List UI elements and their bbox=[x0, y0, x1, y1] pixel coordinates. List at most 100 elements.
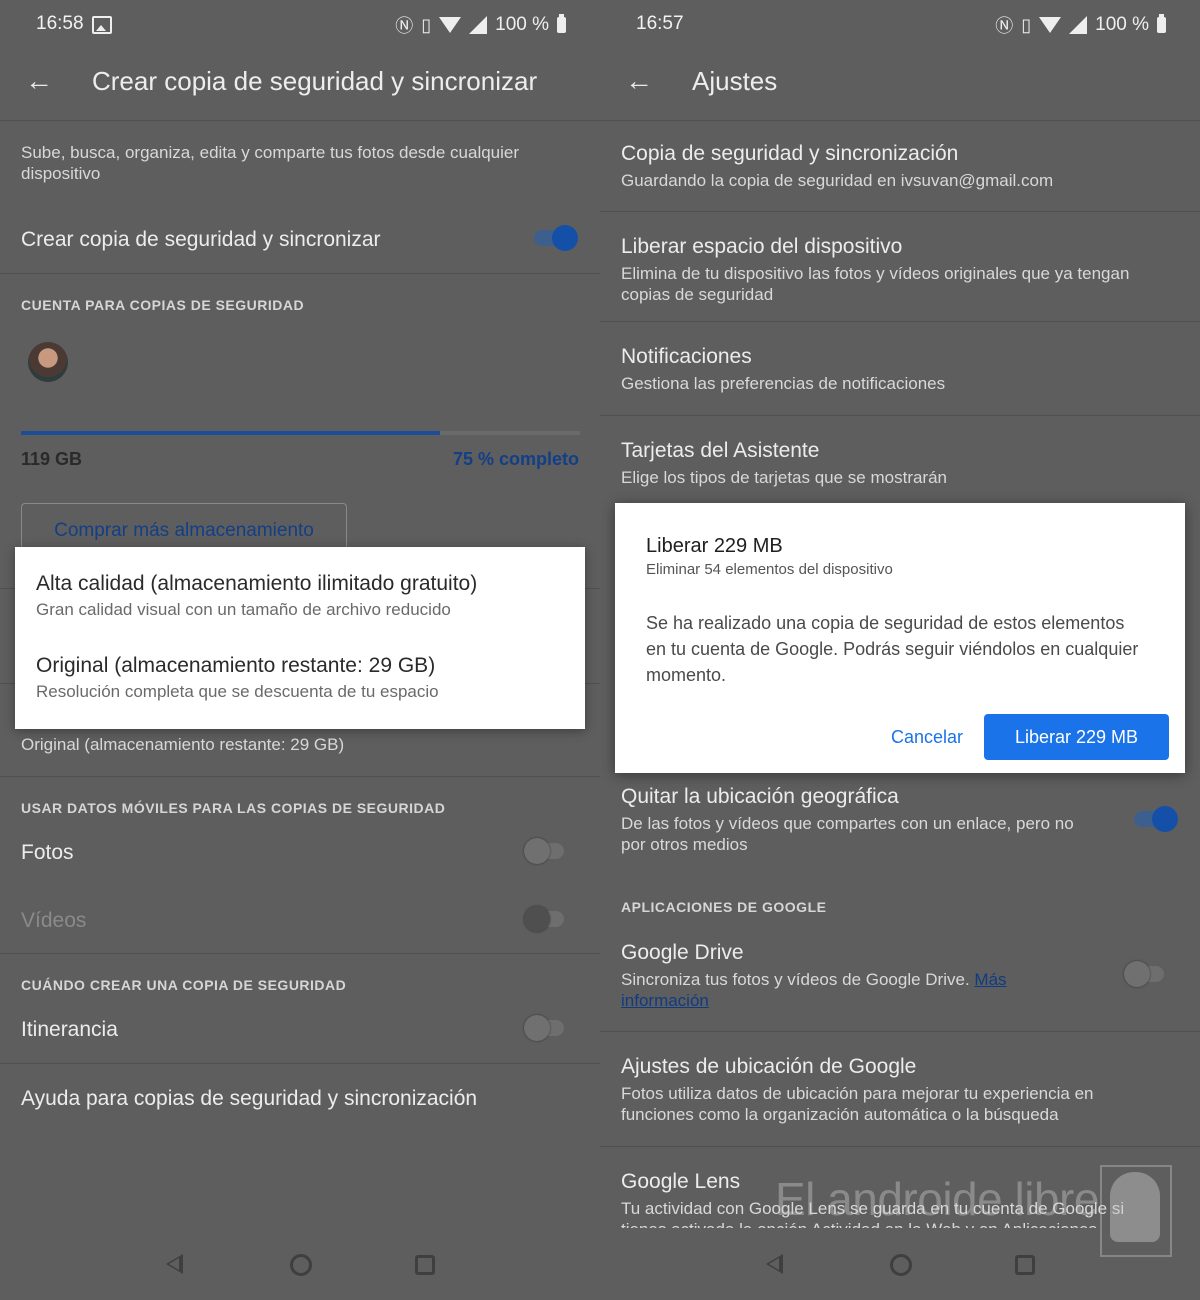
divider bbox=[600, 120, 1200, 121]
nav-back-icon[interactable] bbox=[166, 1254, 183, 1274]
divider bbox=[600, 211, 1200, 212]
app-bar: ← Ajustes bbox=[600, 52, 1200, 118]
gallery-notification-icon bbox=[92, 16, 112, 34]
divider bbox=[0, 953, 600, 954]
status-bar: 16:57 Ⓝ ▯ 100 % bbox=[600, 0, 1200, 48]
dialog-body: Se ha realizado una copia de seguridad d… bbox=[646, 613, 1139, 685]
app-bar: ← Crear copia de seguridad y sincronizar bbox=[0, 52, 600, 118]
nav-back-icon[interactable] bbox=[766, 1254, 783, 1274]
account-section-header: CUENTA PARA COPIAS DE SEGURIDAD bbox=[21, 297, 305, 313]
storage-progress-bar bbox=[21, 431, 580, 435]
divider bbox=[0, 776, 600, 777]
item-subtitle: Elige los tipos de tarjetas que se mostr… bbox=[621, 468, 948, 487]
divider bbox=[0, 1063, 600, 1064]
nav-recents-icon[interactable] bbox=[415, 1255, 435, 1275]
option-high-quality[interactable]: Alta calidad (almacenamiento ilimitado g… bbox=[15, 547, 585, 633]
item-title: Ajustes de ubicación de Google bbox=[621, 1055, 917, 1078]
videos-label: Vídeos bbox=[21, 909, 87, 932]
back-arrow-icon[interactable]: ← bbox=[24, 66, 54, 96]
storage-used: 119 GB bbox=[21, 449, 83, 469]
google-apps-section-header: APLICACIONES DE GOOGLE bbox=[621, 899, 827, 915]
mobile-data-section-header: USAR DATOS MÓVILES PARA LAS COPIAS DE SE… bbox=[21, 800, 446, 816]
signal-icon bbox=[1069, 16, 1088, 34]
settings-item-google-location[interactable]: Ajustes de ubicación de Google Fotos uti… bbox=[600, 1033, 1200, 1145]
nfc-icon: Ⓝ bbox=[995, 16, 1014, 36]
option-title: Alta calidad (almacenamiento ilimitado g… bbox=[36, 572, 478, 595]
divider bbox=[600, 1031, 1200, 1032]
item-subtitle: De las fotos y vídeos que compartes con … bbox=[621, 814, 1074, 854]
nfc-icon: Ⓝ bbox=[395, 16, 414, 36]
left-screen: 16:58 Ⓝ ▯ 100 % ← Crear copia de segurid… bbox=[0, 0, 600, 1300]
storage-percent: 75 % completo bbox=[452, 449, 579, 469]
nav-recents-icon[interactable] bbox=[1015, 1255, 1035, 1275]
confirm-free-space-button[interactable]: Liberar 229 MB bbox=[984, 714, 1169, 760]
roaming-toggle[interactable] bbox=[524, 1013, 568, 1043]
wifi-icon bbox=[1039, 17, 1062, 33]
battery-percent: 100 % bbox=[495, 14, 549, 35]
storage-progress-fill bbox=[21, 431, 441, 435]
page-title: Crear copia de seguridad y sincronizar bbox=[92, 66, 538, 96]
settings-item-free-space[interactable]: Liberar espacio del dispositivo Elimina … bbox=[600, 213, 1200, 321]
android-robot-icon bbox=[1110, 1172, 1160, 1242]
battery-icon bbox=[557, 14, 566, 33]
roaming-label: Itinerancia bbox=[21, 1018, 118, 1041]
help-link[interactable]: Ayuda para copias de seguridad y sincron… bbox=[21, 1087, 477, 1111]
nav-bar bbox=[0, 1240, 600, 1290]
videos-toggle[interactable] bbox=[524, 904, 568, 934]
nav-home-icon[interactable] bbox=[290, 1254, 312, 1276]
roaming-row[interactable]: Itinerancia bbox=[0, 1000, 600, 1060]
option-subtitle: Resolución completa que se descuenta de … bbox=[36, 682, 439, 701]
item-title: Tarjetas del Asistente bbox=[621, 439, 820, 462]
settings-item-backup[interactable]: Copia de seguridad y sincronización Guar… bbox=[600, 122, 1200, 210]
signal-icon bbox=[469, 16, 488, 34]
settings-item-google-drive[interactable]: Google Drive Sincroniza tus fotos y víde… bbox=[600, 925, 1200, 1030]
status-bar: 16:58 Ⓝ ▯ 100 % bbox=[0, 0, 600, 48]
vibrate-icon: ▯ bbox=[421, 14, 432, 35]
settings-item-remove-geo[interactable]: Quitar la ubicación geográfica De las fo… bbox=[600, 772, 1200, 864]
description-text: Sube, busca, organiza, edita y comparte … bbox=[21, 143, 520, 183]
option-title: Original (almacenamiento restante: 29 GB… bbox=[36, 654, 436, 677]
videos-row[interactable]: Vídeos bbox=[0, 890, 600, 950]
when-section-header: CUÁNDO CREAR UNA COPIA DE SEGURIDAD bbox=[21, 977, 347, 993]
item-subtitle: Sincroniza tus fotos y vídeos de Google … bbox=[621, 969, 1051, 1011]
cancel-button[interactable]: Cancelar bbox=[871, 714, 983, 760]
page-title: Ajustes bbox=[692, 66, 778, 96]
avatar[interactable] bbox=[28, 342, 68, 382]
item-title: Quitar la ubicación geográfica bbox=[621, 785, 899, 808]
back-arrow-icon[interactable]: ← bbox=[624, 66, 654, 96]
settings-item-assistant-cards[interactable]: Tarjetas del Asistente Elige los tipos d… bbox=[600, 417, 1200, 507]
status-time: 16:57 bbox=[636, 13, 684, 34]
divider bbox=[600, 415, 1200, 416]
divider bbox=[0, 120, 600, 121]
wifi-icon bbox=[439, 17, 462, 33]
backup-sync-row[interactable]: Crear copia de seguridad y sincronizar bbox=[0, 205, 600, 273]
status-icons: Ⓝ ▯ 100 % bbox=[995, 12, 1166, 38]
divider bbox=[0, 273, 600, 274]
dialog-subtitle: Eliminar 54 elementos del dispositivo bbox=[646, 561, 893, 578]
item-subtitle: Guardando la copia de seguridad en ivsuv… bbox=[621, 171, 1054, 190]
nav-home-icon[interactable] bbox=[890, 1254, 912, 1276]
watermark-text: El androide libre bbox=[775, 1173, 1099, 1225]
option-original[interactable]: Original (almacenamiento restante: 29 GB… bbox=[15, 633, 585, 723]
settings-item-notifications[interactable]: Notificaciones Gestiona las preferencias… bbox=[600, 323, 1200, 415]
item-title: Notificaciones bbox=[621, 345, 752, 368]
remove-geo-toggle[interactable] bbox=[1134, 804, 1178, 834]
upload-size-value: Original (almacenamiento restante: 29 GB… bbox=[21, 735, 345, 754]
backup-sync-label: Crear copia de seguridad y sincronizar bbox=[21, 228, 381, 251]
item-title: Google Drive bbox=[621, 941, 744, 964]
item-title: Google Lens bbox=[621, 1170, 741, 1193]
battery-icon bbox=[1157, 14, 1166, 33]
photos-label: Fotos bbox=[21, 841, 74, 864]
dialog-title: Liberar 229 MB bbox=[646, 535, 783, 557]
item-subtitle: Gestiona las preferencias de notificacio… bbox=[621, 374, 946, 393]
item-subtitle: Fotos utiliza datos de ubicación para me… bbox=[621, 1084, 1094, 1124]
backup-sync-toggle[interactable] bbox=[534, 223, 578, 253]
drive-subtitle-text: Sincroniza tus fotos y vídeos de Google … bbox=[621, 970, 970, 989]
status-icons: Ⓝ ▯ 100 % bbox=[395, 12, 566, 38]
photos-row[interactable]: Fotos bbox=[0, 822, 600, 882]
option-subtitle: Gran calidad visual con un tamaño de arc… bbox=[36, 600, 451, 619]
photos-toggle[interactable] bbox=[524, 836, 568, 866]
free-space-dialog: Liberar 229 MB Eliminar 54 elementos del… bbox=[615, 503, 1185, 773]
item-title: Copia de seguridad y sincronización bbox=[621, 142, 959, 165]
google-drive-toggle[interactable] bbox=[1124, 959, 1168, 989]
